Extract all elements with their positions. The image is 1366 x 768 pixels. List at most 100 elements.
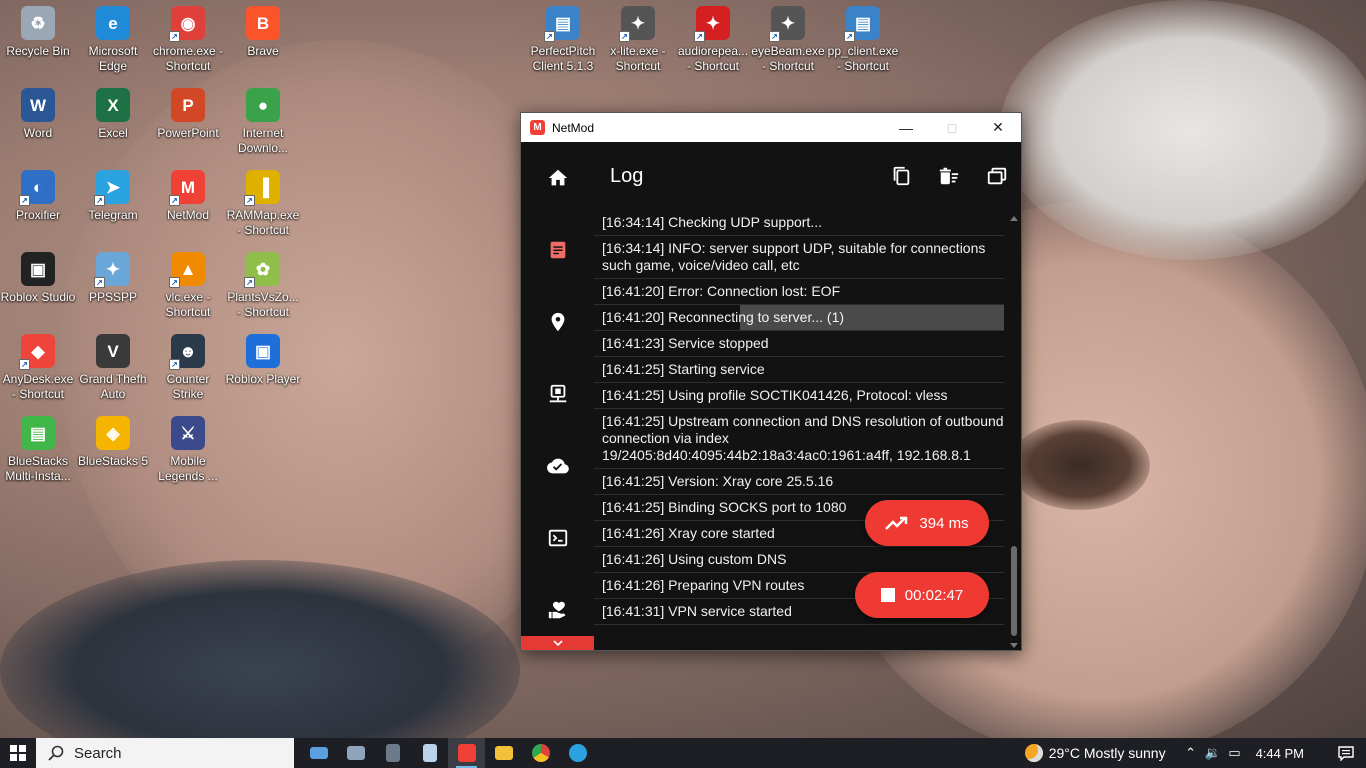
log-entry[interactable]: [16:34:14] Checking UDP support... [594,210,1004,236]
taskbar-file-explorer[interactable] [485,738,522,768]
desktop-icon[interactable]: ⚔ Mobile Legends ... [150,410,226,484]
nav-server[interactable] [521,374,594,414]
desktop-icon[interactable]: ◐ ↗ Proxifier [0,164,76,223]
nav-log[interactable] [521,230,594,270]
desktop-icon[interactable]: ✦ ↗ PPSSPP [75,246,151,305]
taskbar-chrome[interactable] [522,738,559,768]
notification-center-button[interactable] [1326,738,1366,768]
shortcut-arrow-icon: ↗ [169,195,180,206]
clock[interactable]: 4:44 PM [1256,746,1304,761]
desktop-icon[interactable]: ▤ BlueStacks Multi-Insta... [0,410,76,484]
log-entry[interactable]: [16:41:25] Version: Xray core 25.5.16 [594,469,1004,495]
window-title: NetMod [552,120,595,135]
desktop-icon[interactable]: ◈ BlueStacks 5 [75,410,151,469]
taskbar-camera[interactable] [337,738,374,768]
desktop-icon[interactable]: ▣ Roblox Player [225,328,301,387]
wallpaper-region [0,560,520,768]
netmod-logo-icon: M [530,120,545,135]
desktop-icon[interactable]: ▲ ↗ vlc.exe - Shortcut [150,246,226,320]
desktop-icon[interactable]: W Word [0,82,76,141]
desktop-icon[interactable]: ◆ ↗ AnyDesk.exe - Shortcut [0,328,76,402]
nav-terminal[interactable] [521,518,594,558]
taskbar-telegram[interactable] [559,738,596,768]
telegram-icon [568,744,587,762]
ping-button[interactable]: 394 ms [865,500,989,546]
desktop-icon[interactable]: P PowerPoint [150,82,226,141]
desktop-icon[interactable]: ✿ ↗ PlantsVsZo... - Shortcut [225,246,301,320]
donate-icon [548,601,565,619]
taskbar-netmod[interactable] [448,738,485,768]
log-entry[interactable]: [16:41:25] Upstream connection and DNS r… [594,409,1004,469]
app-icon: ✿ ↗ [244,252,280,288]
network-icon[interactable]: ▭ [1224,738,1246,768]
log-entry[interactable]: [16:41:20] Reconnecting to server... (1) [594,305,1004,331]
log-list[interactable]: [16:34:14] Checking UDP support... [16:34… [594,210,1004,626]
desktop-icon[interactable]: ✦ ↗ eyeBeam.exe - Shortcut [750,0,826,74]
desktop-icon-label: BlueStacks 5 [77,454,149,468]
start-button[interactable] [0,738,36,768]
nav-home[interactable] [521,158,594,198]
scroll-down-arrow-icon[interactable] [1010,643,1018,648]
log-entry[interactable]: [16:41:23] Service stopped [594,331,1004,357]
nav-location[interactable] [521,302,594,342]
scroll-up-arrow-icon[interactable] [1010,216,1018,221]
log-entry[interactable]: [16:41:25] Starting service [594,357,1004,383]
taskbar-keyboard[interactable] [300,738,337,768]
scroll-thumb[interactable] [1011,546,1017,636]
log-entry[interactable]: [16:34:14] INFO: server support UDP, sui… [594,236,1004,279]
desktop-icon[interactable]: ▐ ↗ RAMMap.exe - Shortcut [225,164,301,238]
app-icon: ▣ [21,252,55,286]
desktop-icon[interactable]: ☻ ↗ Counter Strike [150,328,226,402]
log-entry[interactable]: [16:41:26] Using custom DNS [594,547,1004,573]
netmod-window: M NetMod — □ ✕ Log [16:34:14] Checking U… [520,112,1022,651]
desktop-icon[interactable]: ▣ Roblox Studio [0,246,76,305]
desktop-icon[interactable]: ✦ ↗ audiorepea... - Shortcut [675,0,751,74]
nav-expand-button[interactable] [521,636,594,650]
desktop-icon[interactable]: ▤ ↗ PerfectPitch Client 5.1.3 [525,0,601,74]
desktop-icon[interactable]: V Grand Thefh Auto [75,328,151,402]
desktop-icon[interactable]: ✦ ↗ x-lite.exe - Shortcut [600,0,676,74]
shortcut-arrow-icon: ↗ [94,277,105,288]
taskbar-search[interactable]: Search [36,738,294,768]
log-scrollbar[interactable] [1010,216,1018,648]
desktop-icon[interactable]: ◉ ↗ chrome.exe - Shortcut [150,0,226,74]
desktop-icon[interactable]: ▤ ↗ pp_client.exe - Shortcut [825,0,901,74]
app-icon: ◐ ↗ [19,170,55,206]
minimize-button[interactable]: — [883,113,929,142]
netmod-icon [457,744,476,762]
weather-widget[interactable]: 29°C Mostly sunny [1024,744,1166,762]
copy-button[interactable] [877,156,925,196]
shortcut-arrow-icon: ↗ [169,359,180,370]
desktop-icon-label: Roblox Player [225,372,301,386]
taskbar-calculator[interactable] [374,738,411,768]
shortcut-arrow-icon: ↗ [844,31,855,42]
volume-icon[interactable]: 🔉 [1202,738,1224,768]
stop-connection-button[interactable]: 00:02:47 [855,572,989,618]
nav-donate[interactable] [521,590,594,630]
notepad-icon [422,744,437,762]
close-button[interactable]: ✕ [975,113,1021,142]
app-icon: ✦ ↗ [619,6,655,42]
folder-icon [494,746,513,760]
desktop-icon[interactable]: B Brave [225,0,301,59]
show-hidden-icons-chevron-icon[interactable]: ⌃ [1180,738,1202,768]
desktop-icon[interactable]: X Excel [75,82,151,141]
desktop-icon[interactable]: M ↗ NetMod [150,164,226,223]
window-mode-button[interactable] [973,156,1021,196]
desktop-icon[interactable]: ➤ ↗ Telegram [75,164,151,223]
desktop-icon-label: vlc.exe - Shortcut [165,290,211,319]
desktop-icon-label: Telegram [88,208,138,222]
shortcut-arrow-icon: ↗ [169,31,180,42]
desktop-icon[interactable]: ♻ Recycle Bin [0,0,76,59]
log-entry[interactable]: [16:41:20] Error: Connection lost: EOF [594,279,1004,305]
clear-log-button[interactable] [925,156,973,196]
desktop-icon[interactable]: ● Internet Downlo... [225,82,301,156]
nav-cloud[interactable] [521,446,594,486]
taskbar-notepad[interactable] [411,738,448,768]
desktop-icon[interactable]: e Microsoft Edge [75,0,151,74]
desktop-icon-label: PlantsVsZo... - Shortcut [227,290,299,319]
log-entry[interactable]: [16:41:25] Using profile SOCTIK041426, P… [594,383,1004,409]
server-icon [549,384,566,403]
title-bar[interactable]: M NetMod — □ ✕ [521,113,1021,142]
maximize-button[interactable]: □ [929,113,975,142]
